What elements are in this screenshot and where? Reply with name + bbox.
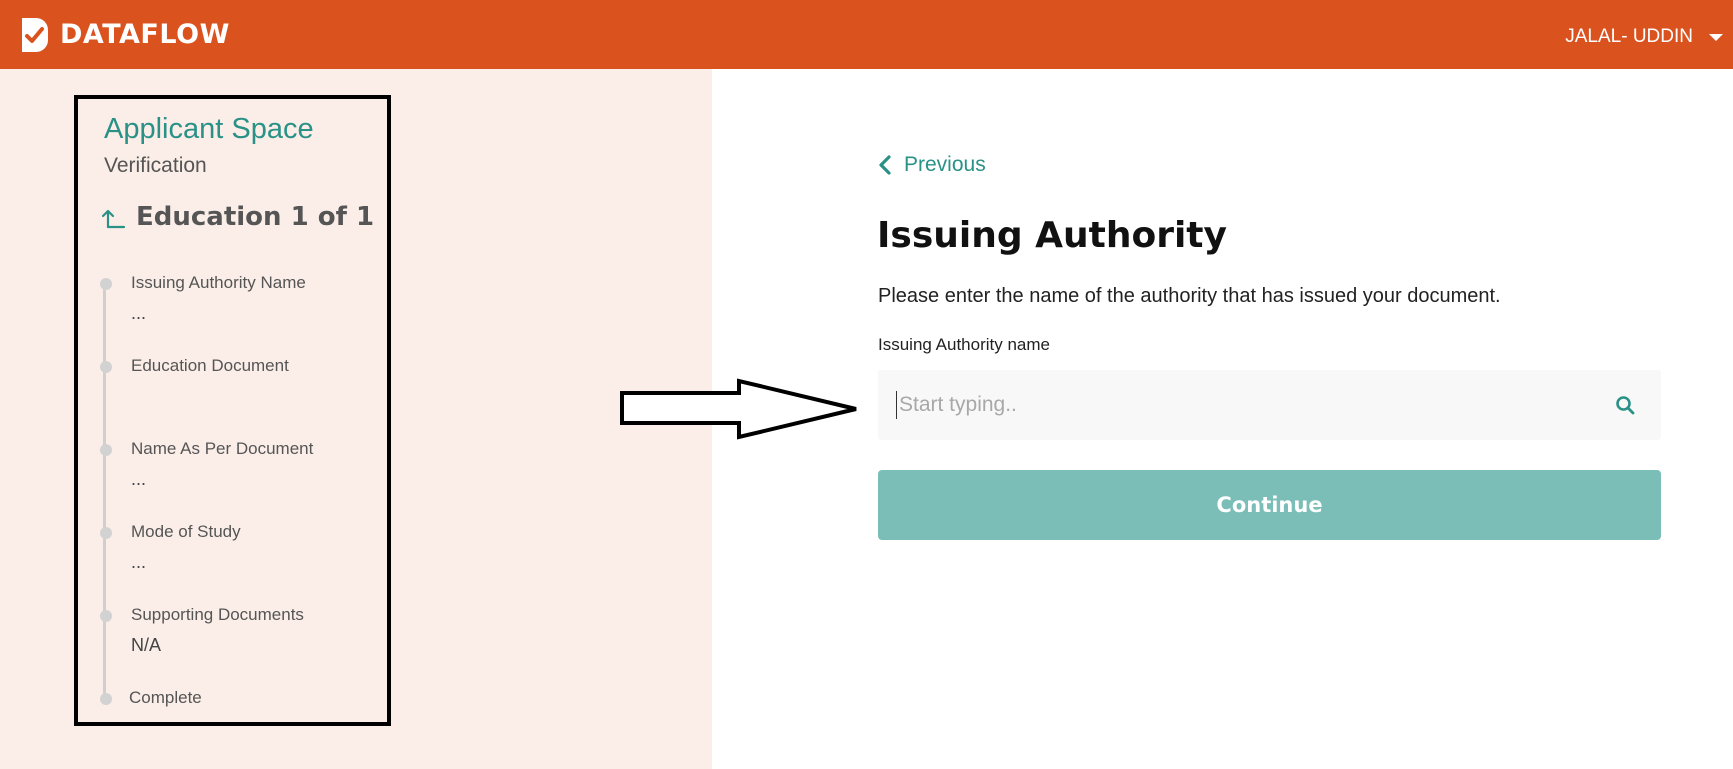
step-dot: [100, 527, 112, 539]
step-value: ...: [131, 469, 147, 489]
step-value: N/A: [131, 635, 162, 655]
issuing-authority-input[interactable]: [896, 391, 1596, 419]
page-description: Please enter the name of the authority t…: [878, 285, 1501, 307]
previous-link[interactable]: Previous: [878, 150, 986, 180]
previous-label[interactable]: Previous: [904, 150, 986, 180]
step-dot: [100, 610, 112, 622]
section-title: Education 1 of 1: [136, 202, 375, 232]
step-dot: [100, 278, 112, 290]
continue-button[interactable]: Continue: [878, 470, 1661, 540]
return-up-arrow-icon[interactable]: [102, 203, 126, 231]
step-dot: [100, 693, 112, 705]
caret-down-icon[interactable]: [1709, 33, 1723, 41]
brand-name[interactable]: DATAFLOW: [60, 18, 230, 52]
step-label: Education Document: [131, 356, 289, 375]
search-icon[interactable]: [1615, 395, 1635, 415]
section-header[interactable]: Education 1 of 1: [102, 199, 374, 235]
step-label: Name As Per Document: [131, 439, 314, 458]
step-label: Issuing Authority Name: [131, 273, 306, 292]
user-menu[interactable]: JALAL- UDDIN: [1565, 22, 1723, 52]
step-dot: [100, 444, 112, 456]
issuing-authority-field-label: Issuing Authority name: [878, 335, 1050, 354]
step-label: Complete: [129, 688, 202, 707]
issuing-authority-search[interactable]: [878, 370, 1661, 440]
applicant-space-title: Applicant Space: [104, 113, 314, 145]
step-value: ...: [131, 303, 147, 323]
step-label: Supporting Documents: [131, 605, 304, 624]
user-name[interactable]: JALAL- UDDIN: [1565, 22, 1693, 52]
chevron-left-icon[interactable]: [878, 155, 892, 175]
step-value: ...: [131, 552, 147, 572]
sidebar-highlight-box: [74, 95, 391, 726]
top-bar: DATAFLOW JALAL- UDDIN: [0, 0, 1733, 69]
timeline-line: [103, 280, 106, 696]
page-title: Issuing Authority: [877, 215, 1227, 256]
verification-subtitle: Verification: [104, 154, 207, 177]
step-label: Mode of Study: [131, 522, 241, 541]
step-dot: [100, 361, 112, 373]
annotation-arrow-icon: [620, 378, 857, 440]
dataflow-logo-icon[interactable]: [20, 18, 48, 52]
